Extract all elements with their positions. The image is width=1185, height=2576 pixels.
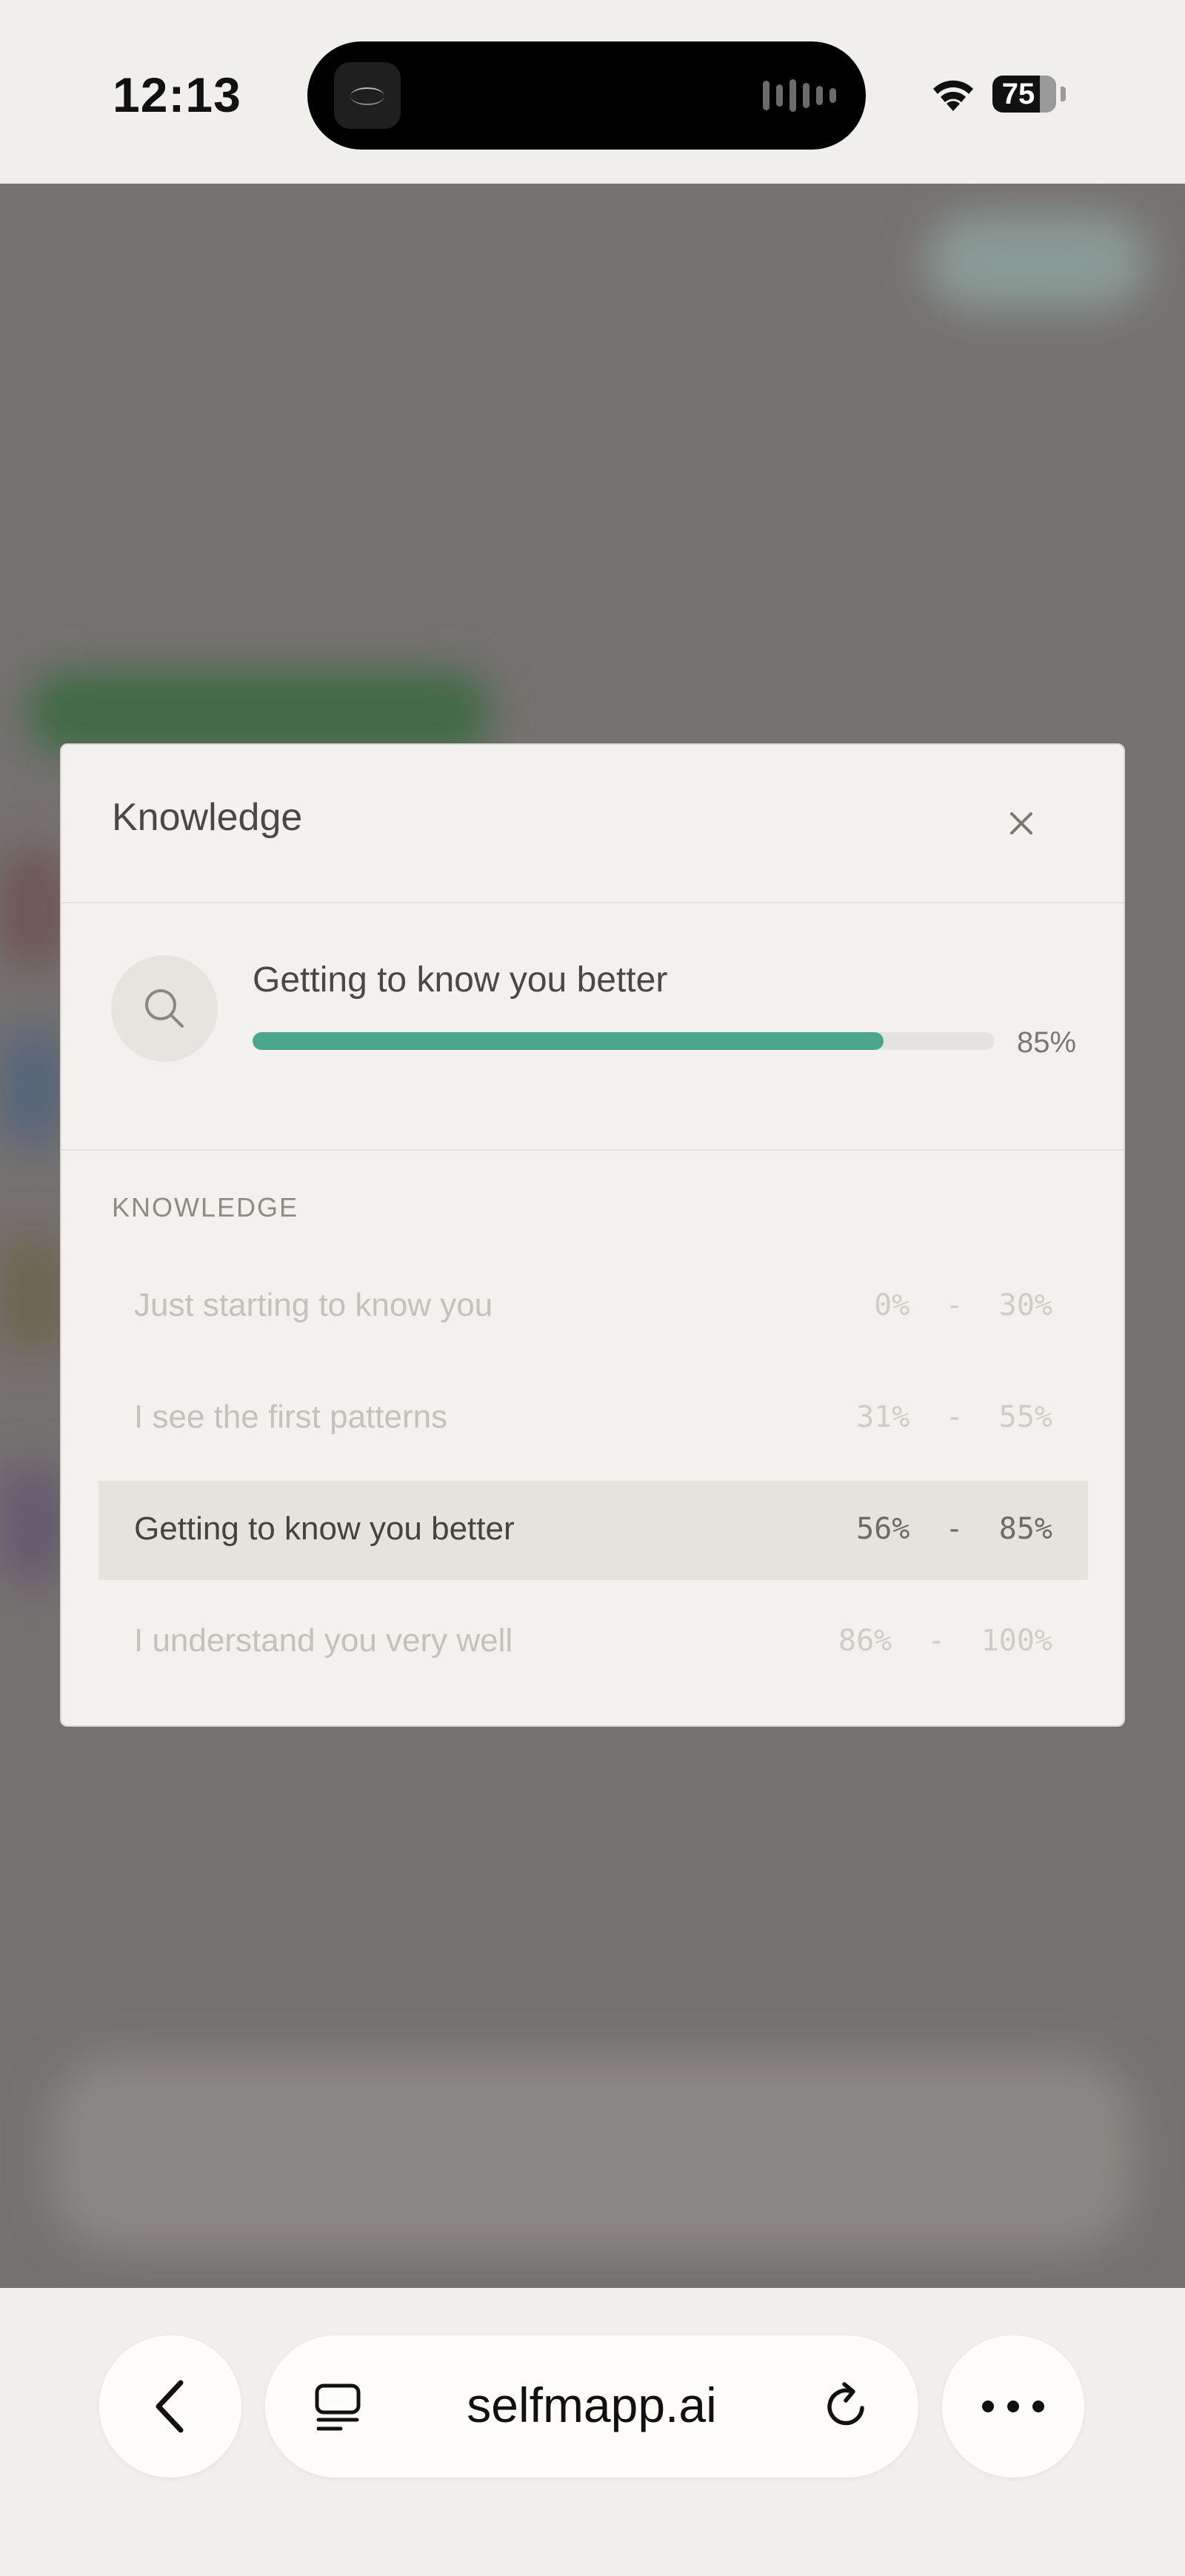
search-icon [145,989,184,1028]
level-name: Just starting to know you [134,1287,493,1323]
back-chevron-icon [156,2380,184,2433]
wifi-icon [933,80,973,111]
app-icon [334,62,401,129]
level-range: 56% - 85% [856,1512,1052,1546]
level-range: 31% - 55% [856,1400,1052,1434]
knowledge-progress-fill [253,1032,884,1050]
progress-percent: 85% [1017,1026,1077,1059]
dynamic-island[interactable] [307,41,866,150]
back-button[interactable] [99,2335,241,2478]
level-row-3[interactable]: I understand you very well 86% - 100% [99,1593,1088,1692]
search-badge [111,955,218,1062]
reload-icon[interactable] [818,2378,874,2435]
browser-toolbar: selfmapp.ai [0,2288,1185,2576]
level-range: 86% - 100% [838,1624,1052,1658]
header-divider [61,902,1124,903]
level-row-2[interactable]: Getting to know you better 56% - 85% [99,1481,1088,1580]
level-name: I see the first patterns [134,1399,448,1435]
battery-level: 75 [1001,78,1035,110]
close-icon [1010,812,1032,834]
close-button[interactable] [1002,804,1041,843]
section-label: KNOWLEDGE [112,1192,299,1222]
section-divider [61,1149,1124,1151]
status-time: 12:13 [113,67,241,122]
current-level-label: Getting to know you better [253,960,668,1000]
level-name: Getting to know you better [134,1511,515,1547]
more-button[interactable] [942,2335,1084,2478]
battery-nub [1061,87,1066,101]
battery-icon: 75 [992,76,1056,113]
status-bar: 12:13 75 [0,0,1185,184]
level-range: 0% - 30% [874,1288,1052,1322]
level-name: I understand you very well [134,1622,513,1659]
level-row-0[interactable]: Just starting to know you 0% - 30% [99,1257,1088,1356]
more-dots-icon [982,2401,1044,2412]
audio-wave-icon [763,77,836,114]
address-bar[interactable]: selfmapp.ai [265,2335,918,2478]
knowledge-progress-bar [253,1032,995,1050]
knowledge-modal: Knowledge Getting to know you better 85%… [60,743,1125,1727]
modal-title: Knowledge [112,796,303,839]
level-row-1[interactable]: I see the first patterns 31% - 55% [99,1369,1088,1468]
